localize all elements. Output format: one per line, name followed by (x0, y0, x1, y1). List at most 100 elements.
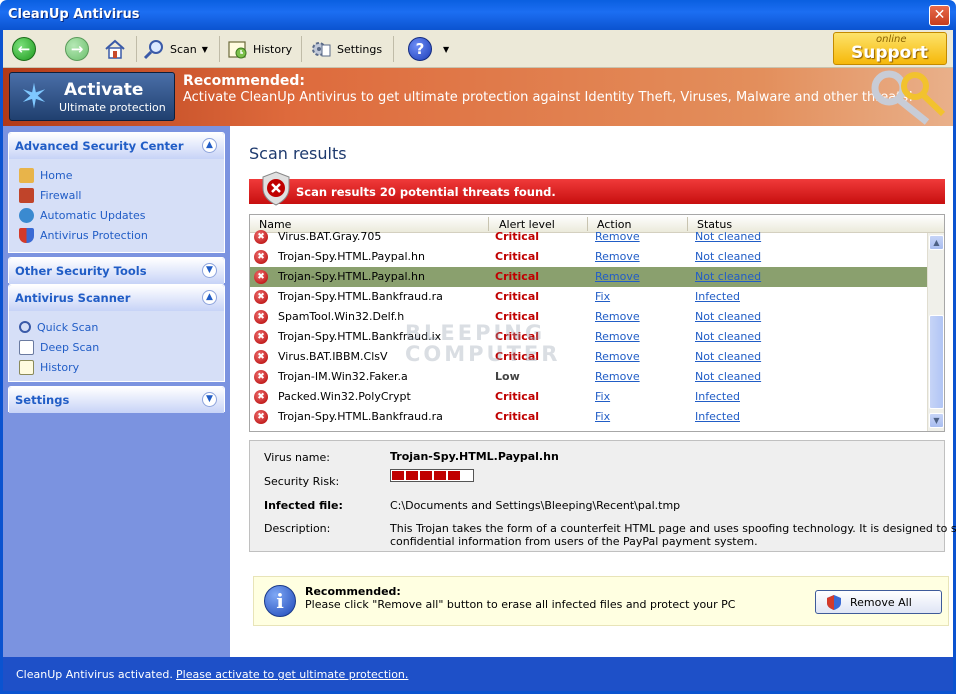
magnifier-icon (143, 40, 163, 60)
threat-name: Trojan-Spy.HTML.Paypal.hn (278, 270, 425, 283)
action-link[interactable]: Remove (595, 330, 640, 343)
panel-settings-header[interactable]: Settings ▼ (9, 387, 224, 413)
table-row[interactable]: ✖ Trojan-Spy.HTML.Paypal.hn Critical Rem… (250, 247, 928, 267)
threat-icon: ✖ (254, 270, 268, 284)
security-risk-label: Security Risk: (264, 475, 340, 488)
table-row[interactable]: ✖ Virus.BAT.Gray.705 Critical Remove Not… (250, 227, 928, 247)
threat-details-panel: Virus name: Trojan-Spy.HTML.Paypal.hn Se… (249, 440, 956, 552)
dropdown-arrow-icon: ▼ (443, 44, 450, 54)
description-line: confidential information from users of t… (390, 535, 758, 548)
action-link[interactable]: Remove (595, 370, 640, 383)
scroll-down-button[interactable]: ▼ (929, 413, 944, 428)
table-row[interactable]: ✖ Trojan-Spy.HTML.Bankfraud.ra Critical … (250, 287, 928, 307)
table-row-selected[interactable]: ✖ Trojan-Spy.HTML.Paypal.hn Critical Rem… (250, 267, 928, 287)
threat-icon: ✖ (254, 310, 268, 324)
close-button[interactable]: ✕ (929, 5, 950, 26)
action-link[interactable]: Fix (595, 410, 610, 423)
status-link[interactable]: Infected (695, 290, 740, 303)
home-icon (105, 39, 125, 59)
chevron-up-icon[interactable]: ▲ (202, 138, 217, 153)
status-link[interactable]: Not cleaned (695, 230, 761, 243)
sidebar-item-label: Automatic Updates (40, 208, 146, 222)
sidebar-item-deep-scan[interactable]: Deep Scan (19, 337, 224, 357)
panel-antivirus-scanner: Antivirus Scanner ▲ Quick Scan Deep Scan… (8, 284, 225, 382)
status-link[interactable]: Not cleaned (695, 250, 761, 263)
forward-button[interactable]: → (65, 35, 89, 63)
status-link[interactable]: Not cleaned (695, 370, 761, 383)
sidebar-item-home[interactable]: Home (19, 165, 224, 185)
chevron-down-icon[interactable]: ▼ (202, 263, 217, 278)
action-link[interactable]: Fix (595, 390, 610, 403)
status-link[interactable]: Not cleaned (695, 310, 761, 323)
status-link[interactable]: Not cleaned (695, 350, 761, 363)
panel-other-tools-header[interactable]: Other Security Tools ▼ (9, 258, 224, 284)
threat-name: Trojan-Spy.HTML.Paypal.hn (278, 250, 425, 263)
table-row[interactable]: ✖ Trojan-Spy.HTML.Bankfraud.ix Critical … (250, 327, 928, 347)
watermark-line: BLEEPING (405, 321, 546, 345)
panel-security-center-header[interactable]: Advanced Security Center ▲ (9, 133, 224, 159)
sidebar-item-antivirus-protection[interactable]: Antivirus Protection (19, 225, 224, 245)
status-link[interactable]: Not cleaned (695, 330, 761, 343)
dropdown-arrow-icon: ▼ (201, 44, 208, 54)
settings-label: Settings (337, 42, 383, 56)
back-button[interactable]: ← (12, 35, 36, 63)
table-row[interactable]: ✖ SpamTool.Win32.Delf.h Critical Remove … (250, 307, 928, 327)
chevron-up-icon[interactable]: ▲ (202, 290, 217, 305)
panel-antivirus-scanner-header[interactable]: Antivirus Scanner ▲ (9, 285, 224, 311)
virus-name-value: Trojan-Spy.HTML.Paypal.hn (390, 450, 559, 463)
forward-arrow-icon: → (65, 37, 89, 61)
scan-button[interactable]: Scan ▼ (143, 35, 208, 63)
risk-segment (434, 471, 446, 480)
watermark-line: COMPUTER (405, 342, 561, 366)
title-bar[interactable]: CleanUp Antivirus ✕ (0, 0, 956, 30)
document-scan-icon (19, 339, 34, 355)
remove-all-button[interactable]: Remove All (815, 590, 942, 614)
action-link[interactable]: Remove (595, 230, 640, 243)
panel-title: Other Security Tools (15, 264, 147, 278)
sidebar-item-automatic-updates[interactable]: Automatic Updates (19, 205, 224, 225)
risk-segment (448, 471, 460, 480)
house-icon (19, 167, 34, 183)
threat-alert-text: Scan results 20 potential threats found. (296, 185, 556, 199)
alert-level: Low (495, 370, 520, 383)
help-button[interactable]: ? ▼ (408, 35, 449, 63)
sidebar-item-quick-scan[interactable]: Quick Scan (19, 317, 224, 337)
history-icon (19, 359, 34, 375)
description-label: Description: (264, 522, 331, 535)
back-arrow-icon: ← (12, 37, 36, 61)
recommendation-box: i Recommended: Please click "Remove all"… (253, 576, 949, 626)
table-row[interactable]: ✖ Trojan-Spy.HTML.Bankfraud.ra Critical … (250, 407, 928, 427)
sidebar-item-history[interactable]: History (19, 357, 224, 377)
home-button[interactable] (103, 35, 127, 63)
action-link[interactable]: Remove (595, 310, 640, 323)
sidebar-item-firewall[interactable]: Firewall (19, 185, 224, 205)
action-link[interactable]: Remove (595, 350, 640, 363)
toolbar: ← → Scan ▼ History Settings ? ▼ online S… (3, 30, 953, 68)
action-link[interactable]: Remove (595, 270, 640, 283)
status-link[interactable]: Infected (695, 410, 740, 423)
activate-link[interactable]: Please activate to get ultimate protecti… (176, 668, 408, 681)
settings-button[interactable]: Settings (310, 35, 382, 63)
scroll-thumb[interactable] (929, 315, 944, 409)
history-button[interactable]: History (226, 35, 292, 63)
banner-recommended-title: Recommended: (183, 73, 305, 89)
table-row[interactable]: ✖ Packed.Win32.PolyCrypt Critical Fix In… (250, 387, 928, 407)
history-label: History (253, 42, 293, 56)
status-link[interactable]: Not cleaned (695, 270, 761, 283)
alert-level: Critical (495, 410, 540, 423)
action-link[interactable]: Remove (595, 250, 640, 263)
table-row[interactable]: ✖ Virus.BAT.IBBM.ClsV Critical Remove No… (250, 347, 928, 367)
help-icon: ? (408, 37, 432, 61)
status-text: CleanUp Antivirus activated. (16, 668, 173, 681)
threat-icon: ✖ (254, 250, 268, 264)
table-row[interactable]: ✖ Trojan-IM.Win32.Faker.a Low Remove Not… (250, 367, 928, 387)
toolbar-separator (219, 36, 220, 62)
chevron-down-icon[interactable]: ▼ (202, 392, 217, 407)
online-support-button[interactable]: online Support (833, 32, 947, 65)
scroll-up-button[interactable]: ▲ (929, 235, 944, 250)
status-link[interactable]: Infected (695, 390, 740, 403)
activate-button[interactable]: ✶ Activate Ultimate protection (9, 72, 175, 121)
updates-icon (19, 207, 34, 223)
table-scrollbar[interactable]: ▲ ▼ (927, 233, 944, 431)
action-link[interactable]: Fix (595, 290, 610, 303)
